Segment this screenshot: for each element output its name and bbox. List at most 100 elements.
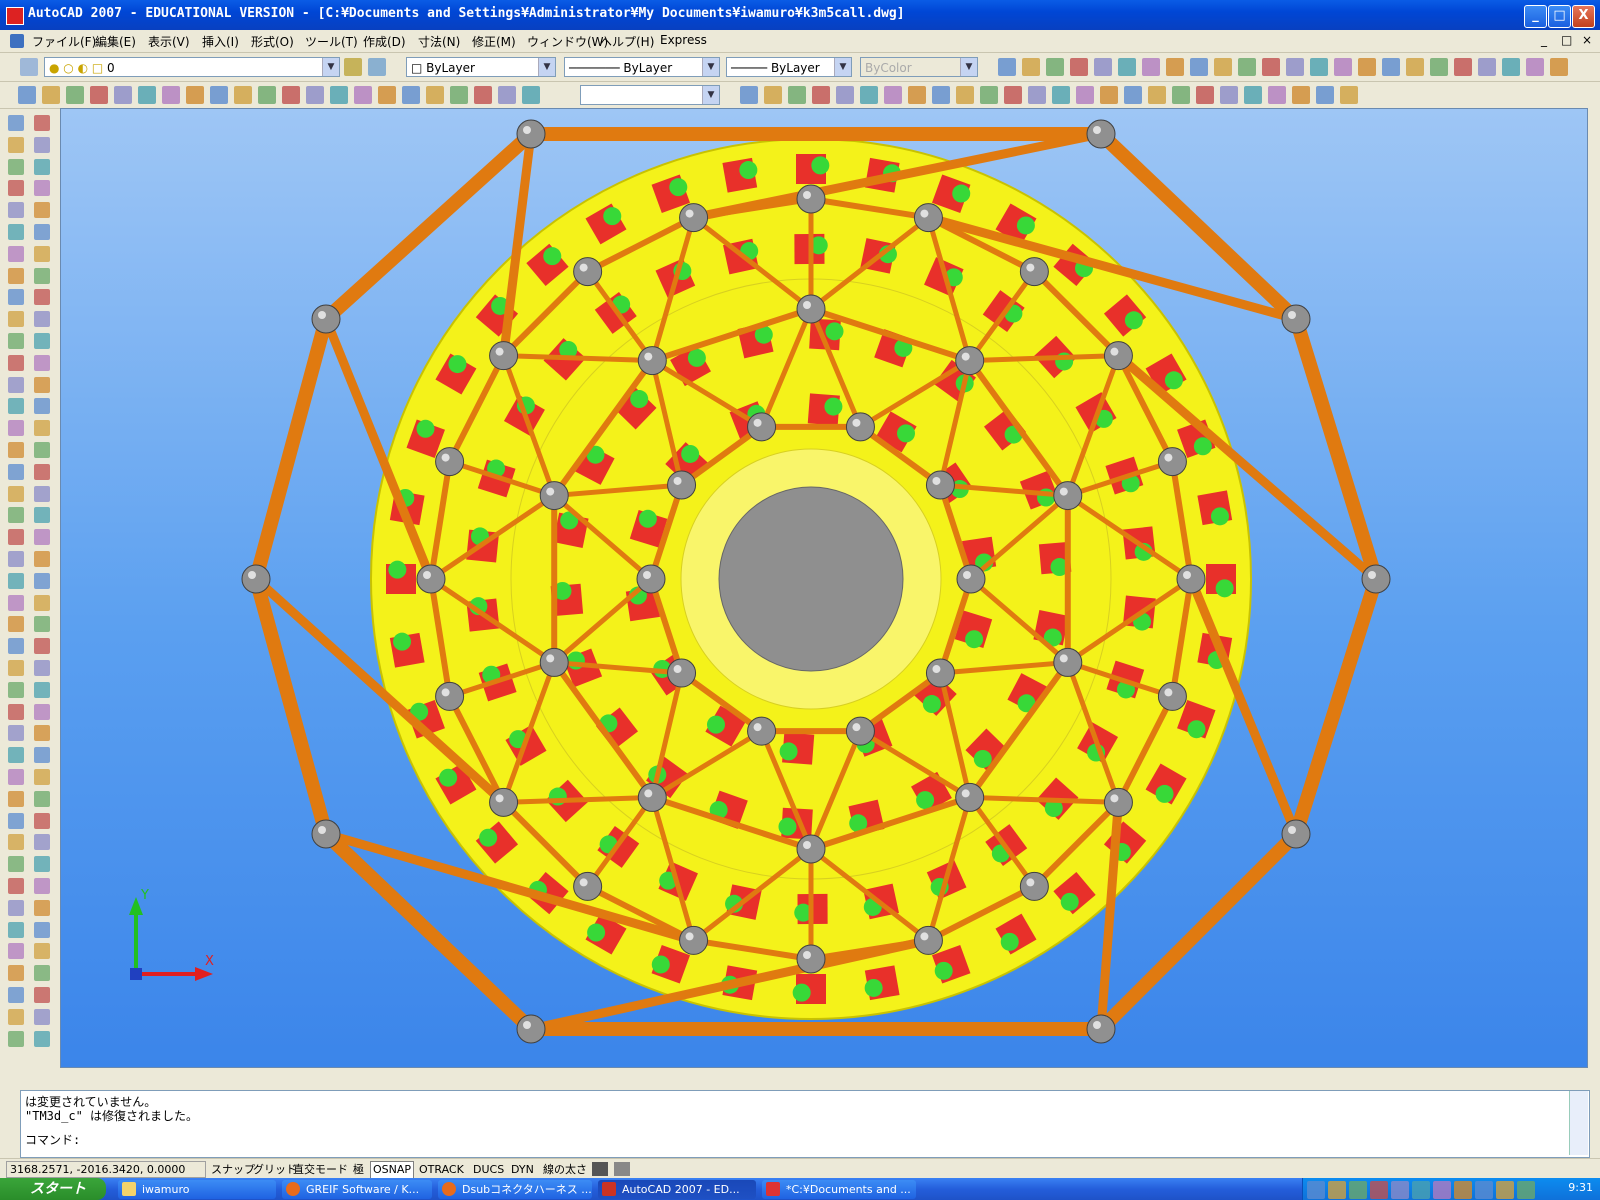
draw-tool-icon[interactable]	[8, 289, 24, 306]
draw-tool-icon[interactable]	[8, 812, 24, 829]
modify-tool-icon[interactable]	[34, 529, 50, 546]
toolbar-tool-icon[interactable]	[1070, 58, 1088, 76]
toolbar-tool-icon[interactable]	[18, 86, 36, 104]
toolbar-tool-icon[interactable]	[498, 86, 516, 104]
menu-draw[interactable]: 作成(D)	[363, 33, 406, 50]
toolbar-tool-icon[interactable]	[860, 86, 878, 104]
modify-tool-icon[interactable]	[34, 594, 50, 611]
draw-tool-icon[interactable]	[8, 943, 24, 960]
toolbar-tool-icon[interactable]	[1502, 58, 1520, 76]
draw-tool-icon[interactable]	[8, 158, 24, 175]
toolbar-tool-icon[interactable]	[162, 86, 180, 104]
toolbar-tool-icon[interactable]	[474, 86, 492, 104]
modify-tool-icon[interactable]	[34, 180, 50, 197]
draw-tool-icon[interactable]	[8, 245, 24, 262]
toolbar-tool-icon[interactable]	[1517, 1181, 1535, 1199]
modify-tool-icon[interactable]	[34, 769, 50, 785]
dyn-toggle[interactable]: DYN	[508, 1161, 537, 1179]
modify-tool-icon[interactable]	[34, 747, 50, 764]
draw-tool-icon[interactable]	[8, 311, 24, 328]
toolbar-tool-icon[interactable]	[1142, 58, 1160, 76]
layer-manager-icon[interactable]	[20, 58, 38, 76]
layer-previous-icon[interactable]	[368, 58, 386, 76]
color-dropdown[interactable]: □ ByLayer ▼	[406, 57, 556, 77]
doc-minimize-button[interactable]: _	[1541, 33, 1547, 47]
toolbar-tool-icon[interactable]	[1292, 86, 1310, 104]
toolbar-tool-icon[interactable]	[1526, 58, 1544, 76]
toolbar-tool-icon[interactable]	[1196, 86, 1214, 104]
modify-tool-icon[interactable]	[34, 725, 50, 742]
modify-tool-icon[interactable]	[34, 943, 50, 960]
modify-tool-icon[interactable]	[34, 616, 50, 633]
menu-insert[interactable]: 挿入(I)	[202, 33, 239, 50]
draw-tool-icon[interactable]	[8, 987, 24, 1003]
toolbar-tool-icon[interactable]	[1148, 86, 1166, 104]
modify-tool-icon[interactable]	[34, 1008, 50, 1025]
command-scrollbar[interactable]	[1569, 1091, 1588, 1155]
modify-tool-icon[interactable]	[34, 660, 50, 676]
start-button[interactable]: スタート	[0, 1178, 106, 1200]
toolbar-tool-icon[interactable]	[1238, 58, 1256, 76]
toolbar-tool-icon[interactable]	[378, 86, 396, 104]
modify-tool-icon[interactable]	[34, 507, 50, 524]
model-paper-icon[interactable]	[592, 1162, 608, 1176]
toolbar-tool-icon[interactable]	[450, 86, 468, 104]
toolbar-tool-icon[interactable]	[1454, 58, 1472, 76]
menu-dimension[interactable]: 寸法(N)	[418, 33, 460, 50]
modify-tool-icon[interactable]	[34, 638, 50, 655]
polar-toggle[interactable]: 極	[350, 1161, 367, 1179]
menu-tools[interactable]: ツール(T)	[305, 33, 358, 50]
modify-tool-icon[interactable]	[34, 354, 50, 371]
taskbar-item-autocad[interactable]: AutoCAD 2007 - ED...	[598, 1180, 756, 1199]
draw-tool-icon[interactable]	[8, 136, 24, 153]
modify-tool-icon[interactable]	[34, 681, 50, 698]
menu-modify[interactable]: 修正(M)	[472, 33, 516, 50]
toolbar-tool-icon[interactable]	[1124, 86, 1142, 104]
modify-tool-icon[interactable]	[34, 420, 50, 437]
modify-tool-icon[interactable]	[34, 856, 50, 873]
draw-tool-icon[interactable]	[8, 376, 24, 393]
draw-tool-icon[interactable]	[8, 1008, 24, 1025]
drawing-viewport[interactable]: Y X	[60, 108, 1588, 1068]
modify-tool-icon[interactable]	[34, 115, 50, 131]
menu-edit[interactable]: 編集(E)	[95, 33, 136, 50]
modify-tool-icon[interactable]	[34, 333, 50, 349]
toolbar-tool-icon[interactable]	[1349, 1181, 1367, 1199]
modify-tool-icon[interactable]	[34, 572, 50, 589]
document-icon[interactable]	[10, 34, 24, 48]
draw-tool-icon[interactable]	[8, 354, 24, 371]
lineweight-dropdown[interactable]: ───── ByLayer ▼	[726, 57, 852, 77]
toolbar-tool-icon[interactable]	[1340, 86, 1358, 104]
modify-tool-icon[interactable]	[34, 398, 50, 415]
toolbar-tool-icon[interactable]	[330, 86, 348, 104]
draw-tool-icon[interactable]	[8, 463, 24, 480]
otrack-toggle[interactable]: OTRACK	[416, 1161, 467, 1179]
draw-tool-icon[interactable]	[8, 747, 24, 764]
taskbar-item-browser-1[interactable]: GREIF Software / K...	[282, 1180, 432, 1199]
autocad-app-icon[interactable]	[6, 7, 24, 25]
ortho-toggle[interactable]: 直交モード	[290, 1161, 351, 1179]
named-view-dropdown[interactable]: ▼	[580, 85, 720, 105]
modify-tool-icon[interactable]	[34, 202, 50, 219]
draw-tool-icon[interactable]	[8, 572, 24, 589]
draw-tool-icon[interactable]	[8, 180, 24, 197]
toolbar-tool-icon[interactable]	[1094, 58, 1112, 76]
toolbar-tool-icon[interactable]	[1046, 58, 1064, 76]
taskbar-item-browser-2[interactable]: Dsubコネクタハーネス ...	[438, 1180, 592, 1199]
toolbar-tool-icon[interactable]	[42, 86, 60, 104]
toolbar-tool-icon[interactable]	[836, 86, 854, 104]
draw-tool-icon[interactable]	[8, 333, 24, 349]
toolbar-tool-icon[interactable]	[1478, 58, 1496, 76]
toolbar-tool-icon[interactable]	[908, 86, 926, 104]
toolbar-tool-icon[interactable]	[1166, 58, 1184, 76]
toolbar-tool-icon[interactable]	[764, 86, 782, 104]
modify-tool-icon[interactable]	[34, 289, 50, 306]
modify-tool-icon[interactable]	[34, 834, 50, 851]
draw-tool-icon[interactable]	[8, 790, 24, 807]
draw-tool-icon[interactable]	[8, 485, 24, 502]
toolbar-tool-icon[interactable]	[1430, 58, 1448, 76]
layer-dropdown[interactable]: ● ○ ◐ □ 0 ▼	[44, 57, 340, 77]
draw-tool-icon[interactable]	[8, 420, 24, 437]
draw-tool-icon[interactable]	[8, 725, 24, 742]
toolbar-tool-icon[interactable]	[1022, 58, 1040, 76]
